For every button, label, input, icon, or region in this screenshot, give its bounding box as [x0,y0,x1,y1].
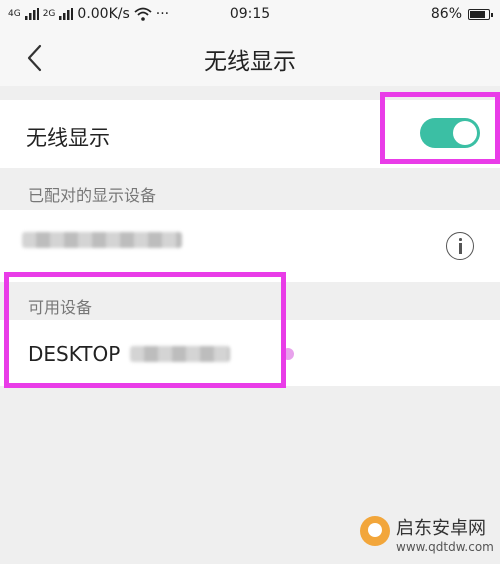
watermark-title: 启东安卓网 [396,518,486,539]
battery-percent: 86% [430,6,462,22]
watermark-url: www.qdtdw.com [396,540,494,554]
paired-device-name [22,232,182,248]
toggle-knob [453,121,477,145]
paired-section-header: 已配对的显示设备 [0,168,500,210]
available-device-name-blur [130,346,230,362]
watermark-logo-icon [360,516,390,546]
info-dot [459,238,462,241]
paired-section-label: 已配对的显示设备 [28,186,157,205]
info-bar [459,243,462,254]
watermark: 启东安卓网 www.qdtdw.com [360,512,496,562]
available-device-name: DESKTOP [28,342,121,366]
available-section-label: 可用设备 [28,298,93,317]
status-bar: 4G 2G 0.00K/s ··· 09:15 86% [0,0,500,30]
wireless-display-label: 无线显示 [26,126,110,150]
wireless-display-row[interactable]: 无线显示 [0,100,500,168]
page-title: 无线显示 [204,49,296,75]
battery-fill [470,10,485,18]
paired-device-row[interactable] [0,210,500,282]
nav-bar: 无线显示 [0,30,500,86]
battery-icon [468,8,493,20]
pink-marker [282,348,294,360]
available-section-header: 可用设备 [0,282,500,320]
status-time: 09:15 [229,6,271,22]
info-icon[interactable] [446,232,474,260]
status-right: 86% [430,6,493,22]
wireless-display-toggle[interactable] [420,118,480,148]
available-device-row[interactable]: DESKTOP [0,320,500,386]
